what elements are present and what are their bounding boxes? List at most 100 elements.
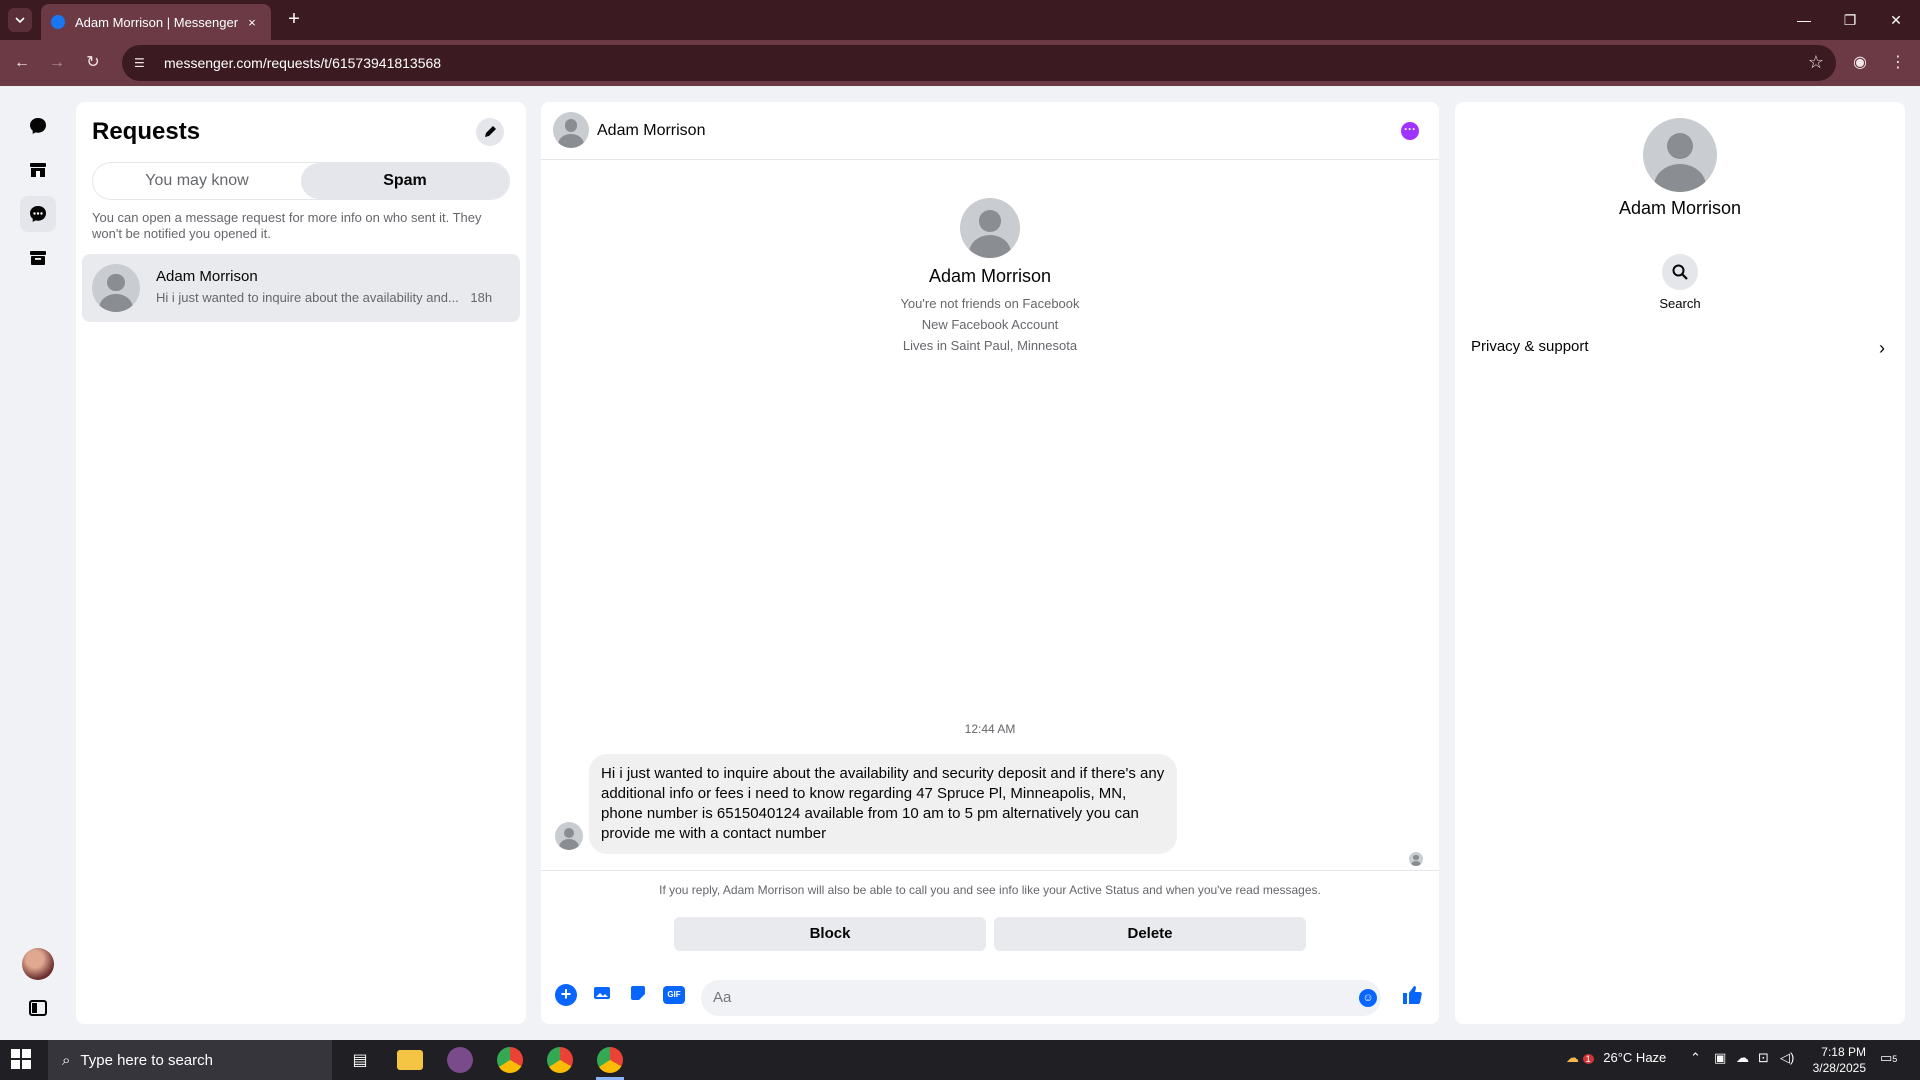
task-view-icon[interactable]: ▤ (336, 1040, 384, 1080)
chevron-right-icon: › (1879, 338, 1885, 358)
privacy-support-label: Privacy & support (1471, 338, 1589, 355)
browser-tab-bar: Adam Morrison | Messenger × + — ❐ ✕ (0, 0, 1920, 40)
location: Lives in Saint Paul, Minnesota (902, 338, 1078, 353)
taskbar-search[interactable]: ⌕ Type here to search (48, 1040, 332, 1080)
volume-icon[interactable]: ◁) (1780, 1050, 1794, 1066)
chats-icon[interactable] (20, 108, 56, 144)
emoji-icon[interactable]: ☺ (1359, 989, 1377, 1007)
tray-cloud-icon[interactable]: ☁ (1736, 1050, 1749, 1066)
window-close-icon[interactable]: ✕ (1876, 6, 1916, 34)
site-info-icon[interactable]: ☰ (134, 55, 150, 71)
url-text: messenger.com/requests/t/61573941813568 (164, 55, 442, 71)
clock-date: 3/28/2025 (1812, 1061, 1866, 1075)
photo-icon[interactable] (591, 984, 613, 1006)
minimize-icon[interactable]: — (1784, 6, 1824, 34)
new-tab-button[interactable]: + (282, 8, 306, 32)
weather-widget[interactable]: ☁ 1 26°C Haze (1566, 1050, 1666, 1066)
notification-count: 5 (1892, 1054, 1898, 1064)
plus-icon[interactable]: + (555, 984, 577, 1006)
sticker-icon[interactable] (627, 984, 649, 1006)
seen-indicator-avatar (1409, 852, 1423, 866)
user-avatar[interactable] (22, 948, 54, 980)
requests-icon[interactable] (20, 196, 56, 232)
marketplace-icon[interactable] (20, 152, 56, 188)
header-avatar[interactable] (553, 112, 589, 148)
back-icon[interactable]: ← (8, 49, 36, 77)
notifications-icon[interactable]: ▭5 (1880, 1050, 1897, 1066)
conversation-name: Adam Morrison (156, 268, 258, 285)
left-rail (0, 86, 76, 1040)
network-icon[interactable]: ⊡ (1758, 1050, 1769, 1066)
weather-text: 26°C Haze (1603, 1050, 1667, 1065)
profile-avatar (960, 198, 1020, 258)
info-avatar (1643, 118, 1717, 192)
message-input[interactable] (701, 980, 1381, 1016)
sidebar-toggle-icon[interactable] (20, 990, 56, 1026)
request-actions: If you reply, Adam Morrison will also be… (541, 870, 1439, 951)
conversation-row[interactable]: Adam Morrison Hi i just wanted to inquir… (82, 254, 520, 322)
chat-panel: Adam Morrison ··· Adam Morrison You're n… (541, 102, 1439, 1024)
requests-panel: Requests You may know Spam You can open … (76, 102, 526, 1024)
snippet-time: 18h (470, 290, 493, 305)
message-timestamp: 12:44 AM (964, 722, 1016, 736)
chat-header: Adam Morrison ··· (541, 102, 1439, 160)
windows-start-icon[interactable] (10, 1048, 34, 1072)
tab-spam[interactable]: Spam (301, 163, 509, 199)
more-options-icon[interactable]: ··· (1401, 122, 1419, 140)
requests-title: Requests (92, 118, 201, 145)
system-clock[interactable]: 7:18 PM 3/28/2025 (1813, 1044, 1866, 1076)
forward-icon[interactable]: → (43, 49, 71, 77)
thumbs-up-icon[interactable] (1401, 984, 1423, 1006)
delete-button[interactable]: Delete (994, 917, 1306, 951)
reload-icon[interactable]: ↻ (79, 49, 107, 77)
chrome-active-icon[interactable] (586, 1040, 634, 1080)
browser-tab-messenger[interactable]: Adam Morrison | Messenger × (41, 4, 271, 40)
message-bubble[interactable]: Hi i just wanted to inquire about the av… (589, 754, 1177, 854)
pencil-icon (485, 126, 496, 137)
weather-icon: ☁ (1566, 1050, 1579, 1065)
address-bar[interactable]: ☰ messenger.com/requests/t/6157394181356… (122, 45, 1836, 81)
profile-icon[interactable]: ◉ (1846, 49, 1874, 77)
search-in-conversation-button[interactable]: Search (1655, 254, 1705, 311)
info-panel: Adam Morrison Search Privacy & support › (1455, 102, 1905, 1024)
file-explorer-icon[interactable] (386, 1040, 434, 1080)
friend-status: You're not friends on Facebook (900, 296, 1080, 311)
app-icon[interactable] (436, 1040, 484, 1080)
contact-avatar (92, 264, 140, 312)
tray-chevron-icon[interactable]: ⌃ (1690, 1050, 1701, 1066)
info-name: Adam Morrison (1618, 198, 1742, 218)
search-icon (1662, 254, 1698, 290)
message-sender-avatar (555, 822, 583, 850)
profile-meta: You're not friends on Facebook New Faceb… (541, 293, 1439, 356)
tab-title: Adam Morrison | Messenger (75, 14, 239, 30)
tab-you-may-know[interactable]: You may know (93, 163, 301, 199)
header-name[interactable]: Adam Morrison (597, 122, 705, 140)
conversation-snippet: Hi i just wanted to inquire about the av… (156, 290, 492, 305)
restore-icon[interactable]: ❐ (1830, 6, 1870, 34)
account-status: New Facebook Account (921, 317, 1059, 332)
message-composer: + GIF ☺ (541, 972, 1439, 1020)
request-tabs: You may know Spam (92, 162, 510, 200)
menu-kebab-icon[interactable]: ⋮ (1884, 49, 1912, 77)
requests-hint: You can open a message request for more … (92, 210, 482, 241)
privacy-support-row[interactable]: Privacy & support › (1471, 338, 1889, 368)
block-button[interactable]: Block (674, 917, 986, 951)
messenger-favicon-icon (51, 15, 65, 29)
profile-name: Adam Morrison (928, 266, 1052, 286)
chrome-icon[interactable] (486, 1040, 534, 1080)
browser-nav-bar: ← → ↻ ☰ messenger.com/requests/t/6157394… (0, 40, 1920, 86)
tray-meet-icon[interactable]: ▣ (1714, 1050, 1726, 1066)
compose-button[interactable] (476, 118, 504, 146)
gif-icon[interactable]: GIF (663, 986, 685, 1004)
archive-icon[interactable] (20, 240, 56, 276)
weather-badge: 1 (1582, 1054, 1594, 1064)
windows-taskbar: ⌕ Type here to search ▤ ☁ 1 26°C Haze ⌃ … (0, 1040, 1920, 1080)
bookmark-star-icon[interactable]: ☆ (1808, 52, 1824, 73)
taskbar-search-placeholder: Type here to search (80, 1051, 213, 1069)
chevron-down-icon (15, 17, 25, 24)
tab-search-button[interactable] (8, 8, 32, 32)
close-tab-icon[interactable]: × (243, 15, 261, 30)
chrome-profile-icon[interactable] (536, 1040, 584, 1080)
search-label: Search (1659, 296, 1701, 311)
snippet-text: Hi i just wanted to inquire about the av… (156, 290, 459, 305)
